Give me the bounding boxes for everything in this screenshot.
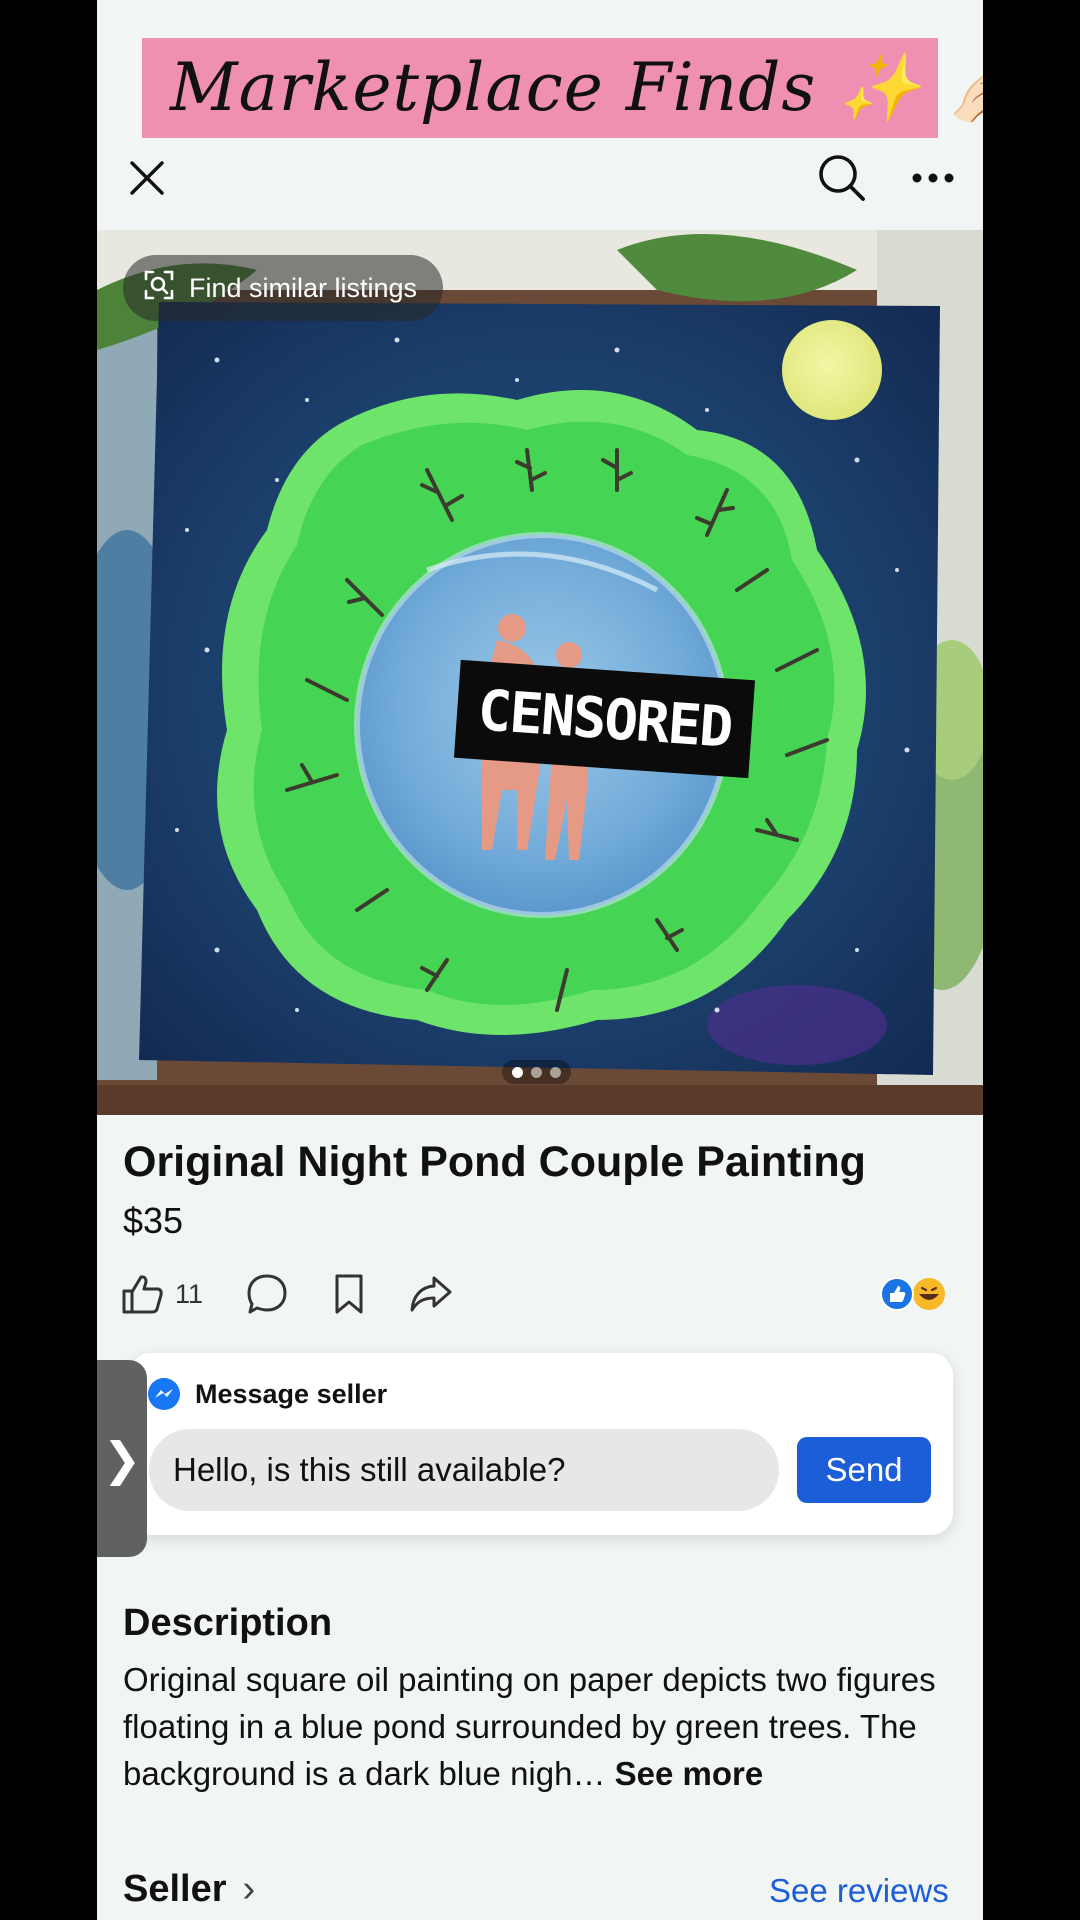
- comment-button[interactable]: [245, 1272, 289, 1316]
- censored-label: CENSORED: [453, 659, 756, 779]
- find-similar-label: Find similar listings: [189, 272, 418, 303]
- description-heading: Description: [123, 1602, 333, 1644]
- thumbs-up-icon: [122, 1275, 163, 1314]
- right-letterbox: [983, 0, 1080, 1920]
- message-seller-card: Message seller Hello, is this still avai…: [129, 1353, 953, 1535]
- marketplace-listing-screen: Marketplace Finds ✨ 🤌🏻 CENSORED Find sim…: [97, 0, 983, 1920]
- see-more-link[interactable]: See more: [615, 1755, 764, 1792]
- message-input[interactable]: Hello, is this still available?: [149, 1429, 779, 1511]
- message-seller-header: Message seller: [147, 1377, 387, 1411]
- like-button[interactable]: 11: [121, 1273, 203, 1315]
- search-icon[interactable]: [814, 150, 870, 206]
- comment-icon: [247, 1274, 287, 1314]
- listing-title: Original Night Pond Couple Painting: [123, 1138, 866, 1186]
- visual-search-icon: [143, 269, 175, 308]
- reactions-summary[interactable]: [879, 1276, 949, 1312]
- listing-price: $35: [123, 1200, 184, 1241]
- overlay-banner: Marketplace Finds ✨ 🤌🏻: [142, 38, 983, 138]
- seller-section-link[interactable]: Seller ›: [123, 1868, 255, 1911]
- share-button[interactable]: [409, 1274, 453, 1314]
- chevron-right-icon: ❯: [102, 1432, 142, 1485]
- close-icon[interactable]: [119, 150, 175, 206]
- send-button[interactable]: Send: [797, 1437, 931, 1503]
- bookmark-icon: [335, 1274, 363, 1314]
- haha-reaction-icon: [913, 1278, 945, 1310]
- photo-pager[interactable]: [502, 1060, 571, 1084]
- messenger-icon: [148, 1378, 180, 1410]
- side-drawer-tab[interactable]: ❯: [97, 1360, 147, 1557]
- more-icon[interactable]: [905, 150, 961, 206]
- share-icon: [410, 1276, 452, 1312]
- censored-text: CENSORED: [475, 677, 734, 761]
- description-body: Original square oil painting on paper de…: [123, 1661, 936, 1792]
- message-seller-label: Message seller: [195, 1378, 388, 1409]
- find-similar-listings-button[interactable]: Find similar listings: [123, 255, 444, 321]
- pager-dot-3[interactable]: [550, 1066, 561, 1078]
- pager-dot-1[interactable]: [512, 1066, 523, 1078]
- banner-title: Marketplace Finds ✨ 🤌🏻: [170, 49, 983, 126]
- like-reaction-icon: [880, 1277, 914, 1311]
- save-button[interactable]: [331, 1272, 367, 1316]
- description-text: Original square oil painting on paper de…: [123, 1656, 969, 1797]
- action-bar: 11: [121, 1268, 495, 1320]
- see-reviews-link[interactable]: See reviews: [769, 1872, 949, 1910]
- chevron-right-icon: ›: [242, 1868, 256, 1910]
- pager-dot-2[interactable]: [531, 1066, 542, 1078]
- left-letterbox: [0, 0, 97, 1920]
- listing-photo[interactable]: CENSORED Find similar listings: [97, 230, 983, 1115]
- seller-heading: Seller: [123, 1868, 227, 1910]
- like-count: 11: [175, 1278, 204, 1309]
